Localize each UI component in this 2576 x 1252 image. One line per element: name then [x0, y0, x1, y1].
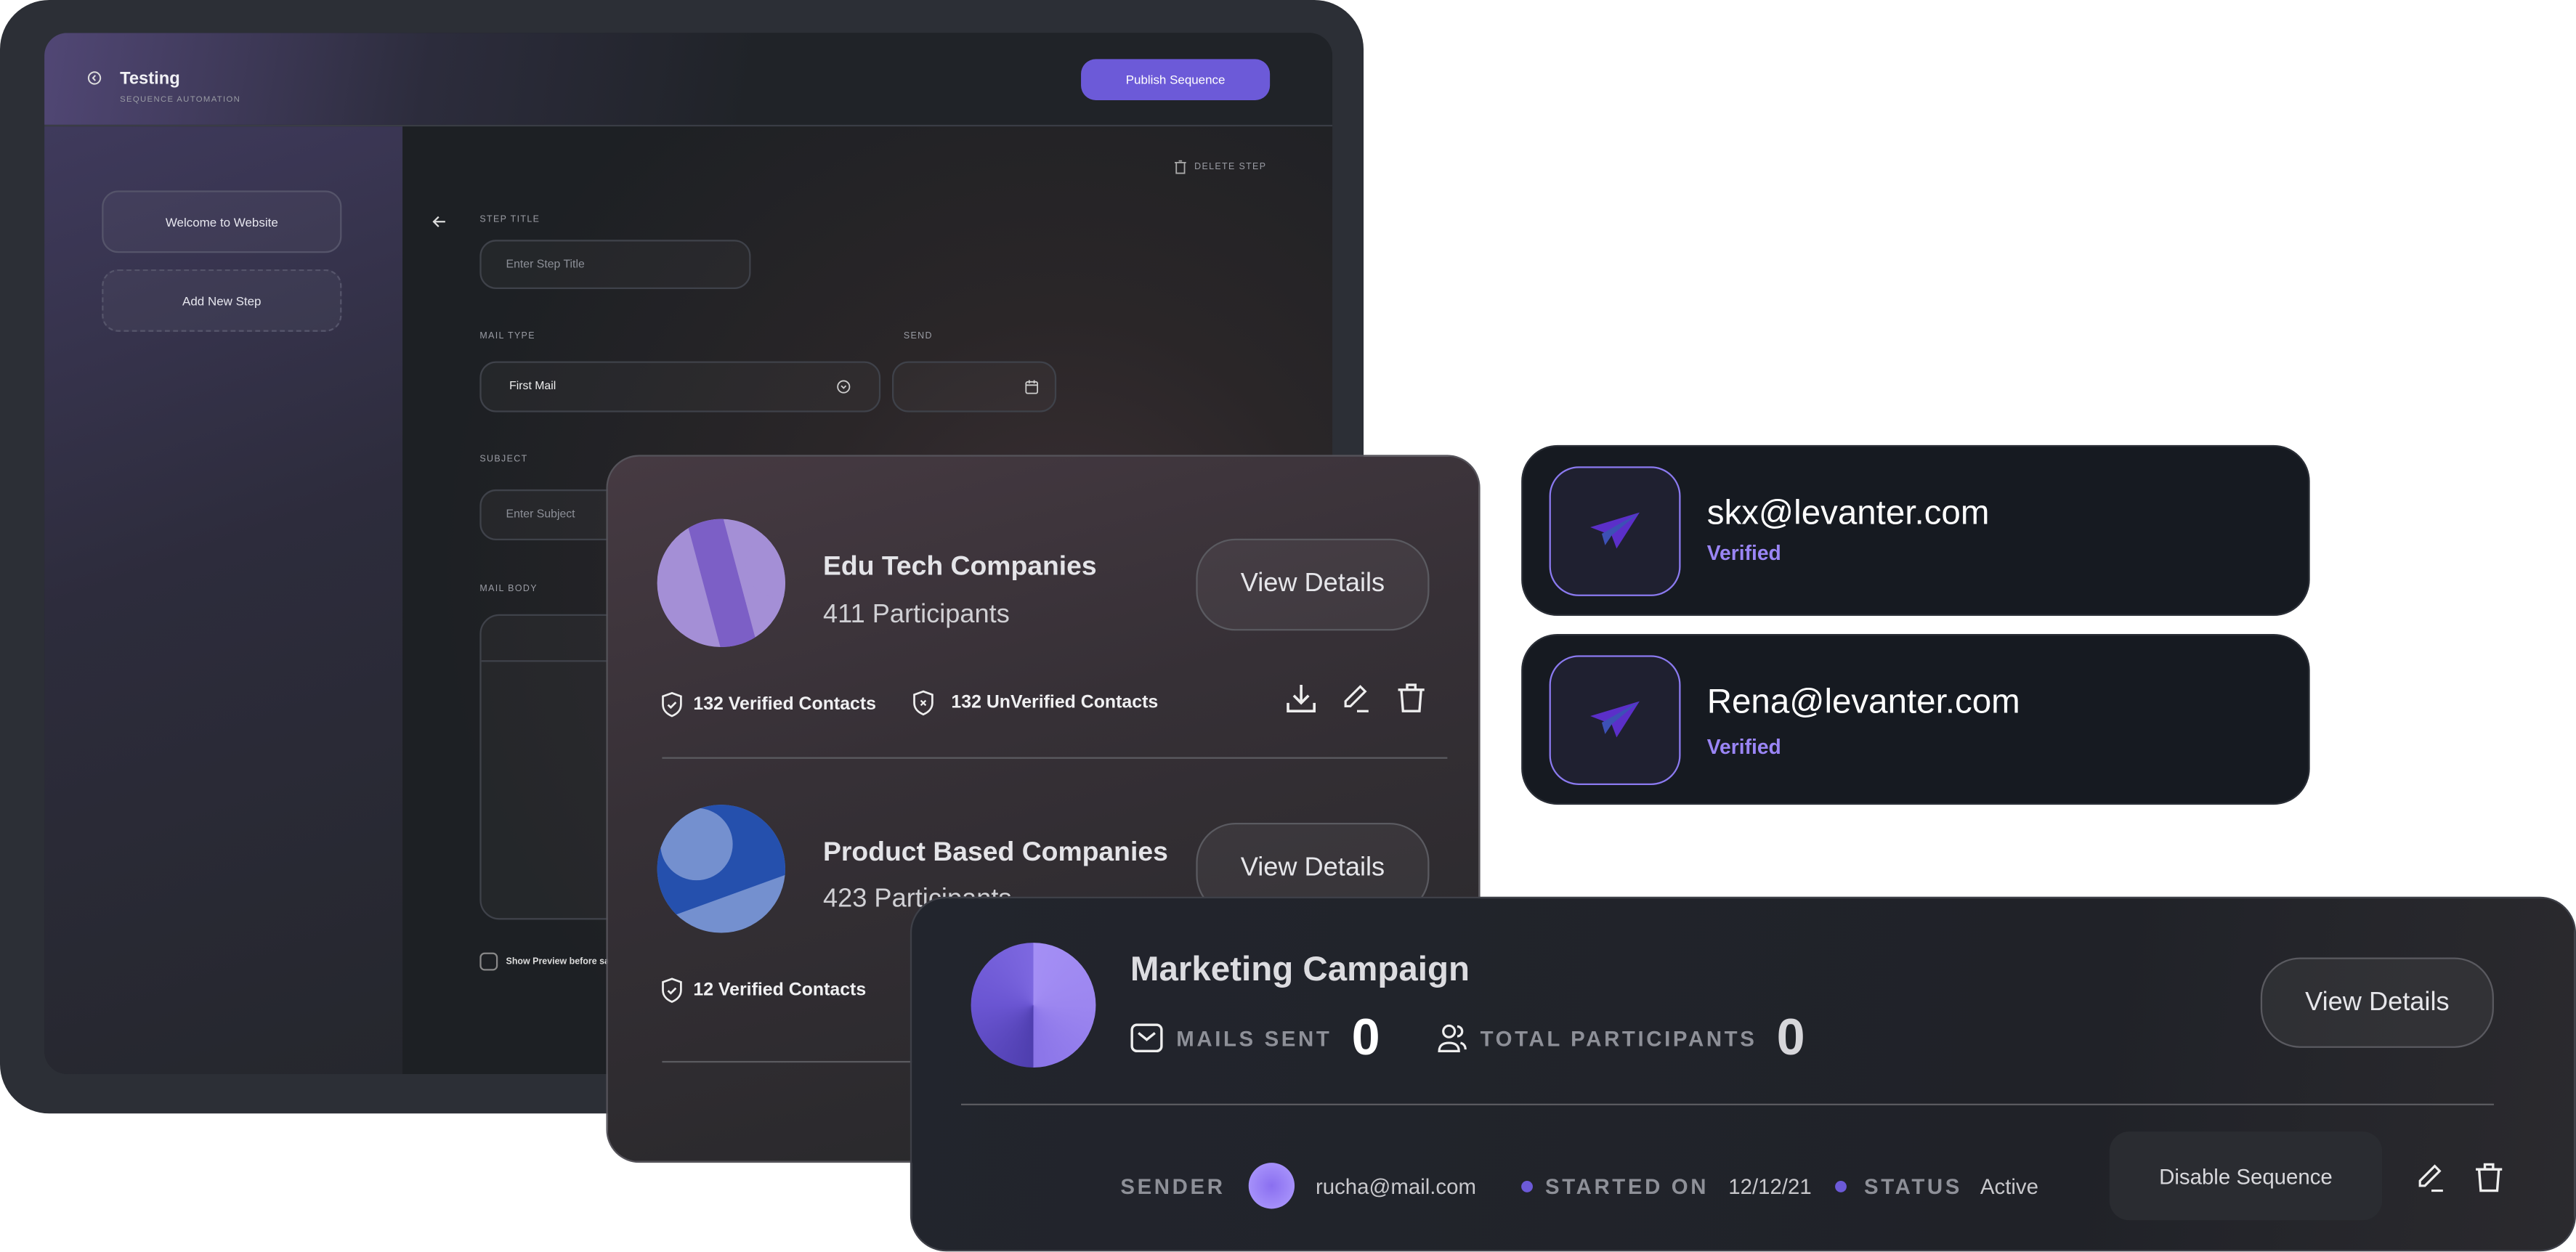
delete-step-button[interactable]: DELETE STEP	[1174, 159, 1267, 174]
paper-plane-icon	[1549, 466, 1681, 596]
sender-card[interactable]: Rena@levanter.com Verified	[1521, 633, 2310, 805]
step-title-input[interactable]: Enter Step Title	[479, 240, 751, 290]
verified-count: 12 Verified Contacts	[693, 980, 867, 1001]
mail-type-select[interactable]: First Mail	[479, 361, 881, 412]
total-participants-value: 0	[1776, 1008, 1805, 1066]
total-participants-label: TOTAL PARTICIPANTS	[1480, 1025, 1757, 1051]
campaign-card: Marketing Campaign MAILS SENT 0 TOTAL PA…	[910, 896, 2576, 1252]
verified-contacts: 12 Verified Contacts	[660, 977, 866, 1004]
delete-step-label: DELETE STEP	[1194, 161, 1267, 172]
mails-sent-label: MAILS SENT	[1176, 1025, 1332, 1051]
participants-icon	[1438, 1023, 1467, 1053]
show-preview-label: Show Preview before savi	[506, 957, 617, 968]
paper-plane-icon	[1549, 655, 1681, 785]
group-avatar	[657, 519, 785, 648]
back-circle-icon[interactable]	[87, 70, 102, 85]
back-arrow-icon[interactable]	[432, 215, 447, 228]
page-subtitle: SEQUENCE AUTOMATION	[120, 95, 241, 105]
verified-contacts: 132 Verified Contacts	[660, 691, 876, 718]
group-divider	[662, 757, 1448, 759]
shield-x-icon	[912, 690, 935, 716]
send-label: SEND	[903, 331, 933, 342]
subject-label: SUBJECT	[479, 455, 528, 466]
sender-avatar	[1248, 1163, 1295, 1209]
step-title-label: STEP TITLE	[479, 215, 540, 225]
verified-count: 132 Verified Contacts	[693, 694, 877, 715]
edit-icon[interactable]	[1339, 682, 1372, 715]
chevron-down-icon	[836, 379, 851, 394]
status-value: Active	[1980, 1173, 2038, 1198]
group-participants: 411 Participants	[823, 601, 1010, 630]
group-name: Edu Tech Companies	[823, 551, 1097, 582]
shield-check-icon	[660, 691, 684, 718]
bullet-dot	[1520, 1179, 1532, 1192]
trash-icon[interactable]	[1396, 682, 1426, 715]
campaign-avatar	[971, 943, 1096, 1068]
verified-status: Verified	[1706, 736, 1781, 759]
campaign-meta: SENDER rucha@mail.com STARTED ON 12/12/2…	[1120, 1163, 2038, 1209]
campaign-name: Marketing Campaign	[1130, 951, 1470, 989]
mails-sent-value: 0	[1351, 1008, 1380, 1066]
unverified-contacts: 132 UnVerified Contacts	[912, 690, 1158, 716]
view-details-button[interactable]: View Details	[2260, 957, 2494, 1048]
unverified-count: 132 UnVerified Contacts	[951, 693, 1159, 713]
sender-email: skx@levanter.com	[1706, 494, 1990, 532]
step-item[interactable]: Welcome to Website	[102, 190, 342, 253]
bullet-dot	[1834, 1179, 1847, 1192]
mail-body-label: MAIL BODY	[479, 585, 538, 595]
verified-status: Verified	[1706, 542, 1781, 565]
sender-label: SENDER	[1120, 1173, 1226, 1198]
show-preview-checkbox[interactable]	[479, 952, 498, 971]
send-date-input[interactable]	[891, 361, 1057, 412]
download-icon[interactable]	[1284, 682, 1317, 715]
steps-sidebar: Welcome to Website Add New Step	[44, 126, 403, 1075]
group-name: Product Based Companies	[823, 837, 1168, 868]
mail-icon	[1130, 1023, 1163, 1053]
calendar-icon	[1025, 379, 1039, 394]
trash-icon[interactable]	[2474, 1161, 2504, 1194]
sender-card[interactable]: skx@levanter.com Verified	[1521, 444, 2310, 617]
trash-icon	[1174, 159, 1186, 174]
campaign-divider	[960, 1103, 2494, 1105]
disable-sequence-button[interactable]: Disable Sequence	[2109, 1131, 2383, 1221]
mail-type-label: MAIL TYPE	[479, 331, 535, 342]
shield-check-icon	[660, 977, 684, 1004]
editor-header: Testing SEQUENCE AUTOMATION Publish Sequ…	[44, 33, 1333, 127]
started-on-label: STARTED ON	[1544, 1173, 1709, 1198]
sender-email: Rena@levanter.com	[1706, 683, 2020, 721]
sender-email: rucha@mail.com	[1315, 1173, 1476, 1198]
publish-sequence-button[interactable]: Publish Sequence	[1081, 59, 1271, 100]
add-new-step-button[interactable]: Add New Step	[102, 269, 342, 332]
mail-type-value: First Mail	[509, 381, 556, 393]
group-avatar	[657, 805, 785, 933]
status-label: STATUS	[1864, 1173, 1963, 1198]
page-title: Testing	[120, 68, 180, 89]
started-on-value: 12/12/21	[1728, 1173, 1812, 1198]
view-details-button[interactable]: View Details	[1196, 538, 1430, 631]
campaign-stats: MAILS SENT 0 TOTAL PARTICIPANTS 0	[1130, 1009, 1805, 1068]
edit-icon[interactable]	[2413, 1161, 2446, 1194]
